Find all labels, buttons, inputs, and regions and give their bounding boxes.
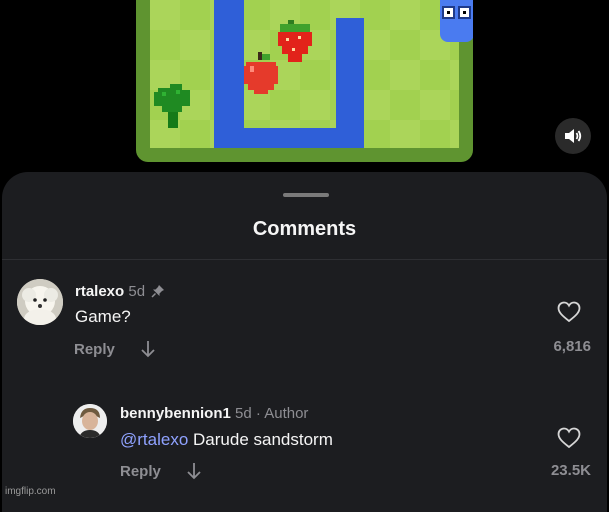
author-badge: Author	[264, 405, 309, 422]
like-count: 6,816	[553, 338, 591, 355]
reply-button[interactable]: Reply	[74, 341, 115, 358]
strawberry-icon	[278, 20, 312, 62]
comment-username[interactable]: bennybennion1	[120, 405, 231, 422]
snake-body	[336, 18, 364, 148]
snake-body	[214, 0, 244, 148]
comment-text: Darude sandstorm	[193, 430, 333, 449]
watermark: imgflip.com	[5, 486, 56, 497]
snake-eye	[442, 6, 455, 19]
heart-icon[interactable]	[557, 427, 581, 449]
dog-avatar-image	[17, 279, 63, 325]
heart-icon[interactable]	[557, 301, 581, 323]
video-player[interactable]	[136, 0, 473, 162]
speaker-icon	[565, 129, 582, 143]
comment-age: 5d	[235, 405, 252, 422]
comment-age: 5d	[128, 283, 146, 300]
meta-separator: ·	[255, 405, 261, 422]
arrow-down-icon[interactable]	[141, 340, 155, 358]
person-avatar-image	[73, 404, 107, 438]
reply-button[interactable]: Reply	[120, 463, 161, 480]
divider	[2, 259, 607, 260]
arrow-down-icon[interactable]	[187, 462, 201, 480]
snake-eye	[458, 6, 471, 19]
snake-game-board	[150, 0, 473, 148]
snake-head	[440, 0, 473, 42]
like-count: 23.5K	[550, 462, 591, 479]
avatar[interactable]	[73, 404, 107, 438]
pin-icon	[151, 285, 165, 298]
mention-link[interactable]: @rtalexo	[120, 430, 188, 449]
comment-text: Game?	[75, 307, 131, 326]
comment-username[interactable]: rtalexo	[75, 283, 124, 300]
apple-icon	[244, 52, 278, 94]
sound-toggle-button[interactable]	[555, 118, 591, 154]
avatar[interactable]	[17, 279, 63, 325]
sheet-title: Comments	[252, 218, 357, 240]
sheet-drag-handle[interactable]	[283, 193, 329, 197]
broccoli-icon	[154, 84, 190, 128]
